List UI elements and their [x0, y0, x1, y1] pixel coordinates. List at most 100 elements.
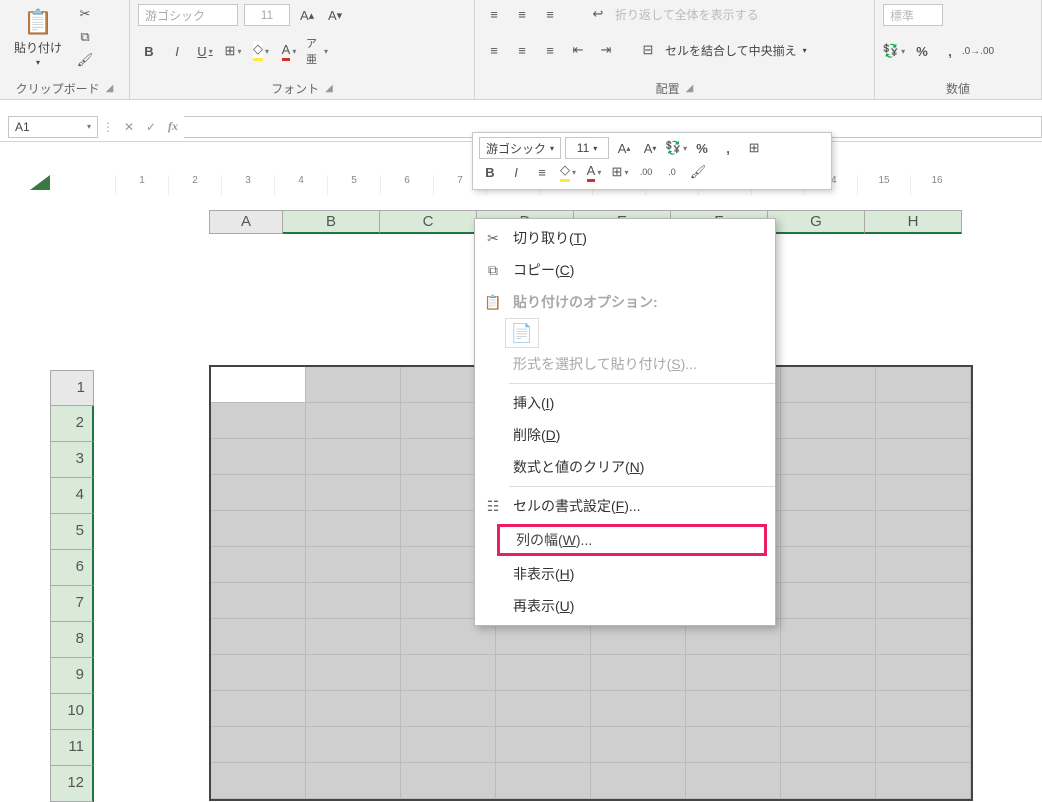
copy-icon[interactable]: ⧉	[74, 27, 96, 47]
mini-increase-decimal-icon[interactable]: .00	[635, 162, 657, 182]
cell[interactable]	[591, 691, 686, 727]
mini-fill-color-button[interactable]: ◇	[557, 162, 579, 182]
cell[interactable]	[306, 619, 401, 655]
col-header-c[interactable]: C ↓	[380, 210, 477, 234]
cell[interactable]	[211, 619, 306, 655]
cell[interactable]	[401, 691, 496, 727]
cell[interactable]	[211, 655, 306, 691]
align-left-icon[interactable]: ≡	[483, 40, 505, 60]
cell[interactable]	[686, 691, 781, 727]
mini-font-name[interactable]: 游ゴシック▾	[479, 137, 561, 159]
cell[interactable]	[686, 763, 781, 799]
cell[interactable]	[876, 367, 971, 403]
cell[interactable]	[306, 547, 401, 583]
ctx-copy[interactable]: ⧉ コピー(C)	[475, 254, 775, 286]
cell[interactable]	[306, 475, 401, 511]
cell[interactable]	[781, 367, 876, 403]
cell[interactable]	[781, 475, 876, 511]
cell[interactable]	[496, 691, 591, 727]
fill-color-button[interactable]: ◇	[250, 41, 272, 61]
cell[interactable]	[781, 547, 876, 583]
cell[interactable]	[781, 691, 876, 727]
ruby-button[interactable]: ア亜	[306, 41, 328, 61]
number-format-selector[interactable]: 標準	[883, 4, 943, 26]
cut-icon[interactable]: ✂	[74, 4, 96, 24]
cell[interactable]	[211, 367, 306, 403]
row-header[interactable]: 12	[50, 766, 94, 802]
cell[interactable]	[781, 583, 876, 619]
cell[interactable]	[686, 655, 781, 691]
align-right-icon[interactable]: ≡	[539, 40, 561, 60]
cell[interactable]	[306, 655, 401, 691]
cell[interactable]	[876, 655, 971, 691]
ctx-insert[interactable]: 挿入(I)	[475, 387, 775, 419]
cell[interactable]	[876, 475, 971, 511]
ctx-unhide[interactable]: 再表示(U)	[475, 590, 775, 622]
select-all-triangle[interactable]	[30, 175, 50, 190]
increase-decimal-icon[interactable]: .0→.00	[967, 41, 989, 61]
cell[interactable]	[306, 691, 401, 727]
row-header[interactable]: 9	[50, 658, 94, 694]
mini-italic-button[interactable]: I	[505, 162, 527, 182]
dialog-launcher-icon[interactable]: ◢	[686, 83, 694, 94]
ctx-column-width[interactable]: 列の幅(W)...	[497, 524, 767, 556]
dialog-launcher-icon[interactable]: ◢	[106, 83, 114, 94]
cell[interactable]	[781, 655, 876, 691]
cell[interactable]	[306, 727, 401, 763]
cell[interactable]	[401, 727, 496, 763]
cell[interactable]	[306, 367, 401, 403]
cell[interactable]	[876, 691, 971, 727]
cell[interactable]	[211, 727, 306, 763]
cell[interactable]	[401, 763, 496, 799]
italic-button[interactable]: I	[166, 41, 188, 61]
dialog-launcher-icon[interactable]: ◢	[325, 83, 333, 94]
row-header[interactable]: 8	[50, 622, 94, 658]
cell[interactable]	[876, 511, 971, 547]
cell[interactable]	[496, 655, 591, 691]
cell[interactable]	[876, 619, 971, 655]
font-color-button[interactable]: A	[278, 41, 300, 61]
cell[interactable]	[781, 403, 876, 439]
cell[interactable]	[876, 727, 971, 763]
mini-border-button[interactable]: ⊞	[609, 162, 631, 182]
cell[interactable]	[781, 619, 876, 655]
row-header[interactable]: 7	[50, 586, 94, 622]
wrap-text-label[interactable]: 折り返して全体を表示する	[615, 6, 759, 23]
ctx-clear[interactable]: 数式と値のクリア(N)	[475, 451, 775, 483]
name-box[interactable]: A1 ▾	[8, 116, 98, 138]
increase-indent-icon[interactable]: ⇥	[595, 40, 617, 60]
cell[interactable]	[876, 763, 971, 799]
cell[interactable]	[781, 763, 876, 799]
row-header[interactable]: 3	[50, 442, 94, 478]
cell[interactable]	[591, 727, 686, 763]
cell[interactable]	[876, 547, 971, 583]
align-bottom-icon[interactable]: ≡	[539, 4, 561, 24]
cell[interactable]	[686, 727, 781, 763]
row-header[interactable]: 1	[50, 370, 94, 406]
col-header-g[interactable]: G	[768, 210, 865, 234]
cell[interactable]	[876, 439, 971, 475]
cell[interactable]	[781, 511, 876, 547]
cell[interactable]	[211, 763, 306, 799]
ctx-paste-option-1[interactable]: 📄	[505, 318, 539, 348]
row-header[interactable]: 2	[50, 406, 94, 442]
cell[interactable]	[876, 583, 971, 619]
enter-icon[interactable]: ✓	[140, 120, 162, 134]
col-header-h[interactable]: H	[865, 210, 962, 234]
col-header-b[interactable]: B	[283, 210, 380, 234]
cell[interactable]	[306, 583, 401, 619]
row-header[interactable]: 6	[50, 550, 94, 586]
cell[interactable]	[211, 475, 306, 511]
cell[interactable]	[306, 763, 401, 799]
cell[interactable]	[496, 763, 591, 799]
font-name-selector[interactable]: 游ゴシック	[138, 4, 238, 26]
cell[interactable]	[591, 655, 686, 691]
mini-percent-button[interactable]: %	[691, 138, 713, 158]
mini-cells-icon[interactable]: ⊞	[743, 138, 765, 158]
comma-button[interactable]: ,	[939, 41, 961, 61]
mini-font-size[interactable]: 11▾	[565, 137, 609, 159]
ctx-cut[interactable]: ✂ 切り取り(T)	[475, 222, 775, 254]
ctx-delete[interactable]: 削除(D)	[475, 419, 775, 451]
merge-icon[interactable]: ⊟	[637, 40, 659, 60]
cell[interactable]	[211, 691, 306, 727]
